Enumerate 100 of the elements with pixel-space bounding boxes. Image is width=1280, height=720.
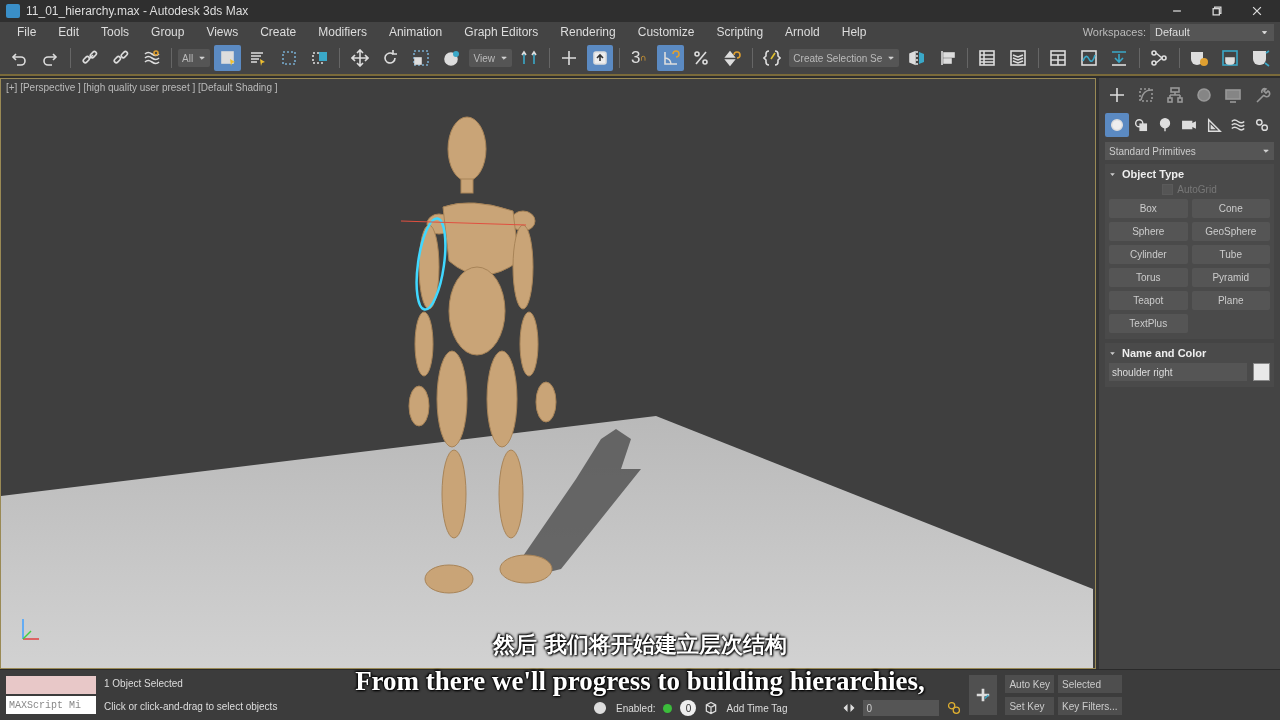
curve-icon xyxy=(1137,86,1155,104)
manipulate-icon xyxy=(590,49,609,67)
app-logo-icon xyxy=(6,4,20,18)
primitive-button[interactable]: Box xyxy=(1109,199,1188,218)
panels-icon xyxy=(1048,49,1067,67)
primitive-button[interactable]: Cone xyxy=(1191,199,1270,218)
move-icon xyxy=(350,49,369,67)
snap-magnet-button[interactable]: 3 xyxy=(626,45,654,71)
caret-icon xyxy=(500,54,508,62)
sphere-placement-icon xyxy=(443,49,462,67)
workspaces-label: Workspaces: xyxy=(1082,26,1146,38)
menu-item[interactable]: Customize xyxy=(626,25,706,39)
menu-item[interactable]: File xyxy=(6,25,48,39)
toolbar-dropdown[interactable]: All xyxy=(178,49,211,67)
menu-item[interactable]: Arnold xyxy=(774,25,831,39)
toolbar-dropdown[interactable]: Create Selection Se xyxy=(789,49,900,67)
window-crossing-icon xyxy=(310,49,329,67)
category-button[interactable] xyxy=(1105,113,1129,137)
menu-item[interactable]: Animation xyxy=(377,25,454,39)
primitive-button[interactable]: Sphere xyxy=(1109,222,1188,241)
object-name-field[interactable]: shoulder right xyxy=(1109,363,1247,381)
listener-output-field[interactable] xyxy=(6,676,96,694)
selected-upper-arm-outline[interactable] xyxy=(415,217,447,311)
key-mode-dropdown[interactable]: Selected xyxy=(1058,675,1122,693)
maxscript-listener-field[interactable]: MAXScript Mi xyxy=(6,696,96,714)
enabled-label: Enabled: xyxy=(616,702,656,714)
primitive-button[interactable]: Teapot xyxy=(1109,291,1188,310)
lock-icon[interactable] xyxy=(592,700,608,716)
download-icon xyxy=(1110,49,1129,67)
list-icon xyxy=(978,49,997,67)
curve-window-icon xyxy=(1079,49,1098,67)
viewport-label[interactable]: [+] [Perspective ] [high quality user preset ] [Default Shading ] xyxy=(6,82,278,93)
wave-icon xyxy=(142,49,161,67)
menu-item[interactable]: Scripting xyxy=(705,25,775,39)
add-time-tag-link[interactable]: Add Time Tag xyxy=(726,702,788,714)
primitive-button[interactable]: GeoSphere xyxy=(1191,222,1270,241)
set-key-button[interactable] xyxy=(969,675,998,715)
toolbar-dropdown[interactable]: View xyxy=(469,49,512,67)
cube-icon[interactable] xyxy=(704,701,719,715)
menu-item[interactable]: Create xyxy=(249,25,308,39)
left-right-arrows-icon[interactable] xyxy=(843,702,856,714)
auto-key-button[interactable]: Auto Key xyxy=(1005,675,1055,693)
primitive-button[interactable]: Plane xyxy=(1191,291,1270,310)
primitive-button[interactable]: Cylinder xyxy=(1109,245,1188,264)
menu-item[interactable]: Views xyxy=(195,25,250,39)
axis-gizmo-icon xyxy=(22,618,40,640)
menu-item[interactable]: Help xyxy=(830,25,878,39)
node-graph-icon xyxy=(1150,49,1169,67)
pivot-icon xyxy=(520,49,539,67)
frame-field[interactable]: 0 xyxy=(863,700,940,716)
key-filters-button[interactable]: Key Filters... xyxy=(1058,697,1122,715)
triangle-ruler-icon xyxy=(1205,117,1222,133)
workspaces-dropdown[interactable]: Default xyxy=(1150,23,1274,41)
axis-cross-icon xyxy=(560,49,579,67)
caret-icon xyxy=(887,54,896,62)
time-tag-count: 0 xyxy=(680,700,697,716)
scale-icon xyxy=(412,49,431,67)
layers-icon xyxy=(1009,49,1028,67)
restore-icon[interactable] xyxy=(1210,4,1224,18)
close-icon[interactable] xyxy=(1250,4,1264,18)
menu-item[interactable]: Tools xyxy=(90,25,141,39)
spinner-snap-icon xyxy=(723,49,742,67)
subtitle-line: From there we'll progress to building hierarchies, xyxy=(355,666,925,697)
percent-snap-icon xyxy=(692,49,711,67)
rollout-title[interactable]: Name and Color xyxy=(1122,347,1207,359)
primitives-dropdown[interactable]: Standard Primitives xyxy=(1105,142,1274,160)
select-object-button[interactable] xyxy=(214,45,241,71)
object-color-swatch[interactable] xyxy=(1253,363,1270,381)
window-title: 11_01_hierarchy.max - Autodesk 3ds Max xyxy=(26,4,250,18)
menu-item[interactable]: Edit xyxy=(47,25,91,39)
primitive-button[interactable]: Torus xyxy=(1109,268,1188,287)
shapes-icon xyxy=(1133,117,1150,133)
key-icon[interactable] xyxy=(947,701,962,715)
rotate-icon xyxy=(381,49,400,67)
braces-icon xyxy=(762,49,781,67)
sphere-icon xyxy=(1109,117,1125,133)
menu-item[interactable]: Rendering xyxy=(549,25,627,39)
selection-status: 1 Object Selected xyxy=(104,678,183,689)
gears-icon xyxy=(1253,117,1270,133)
mirror-icon xyxy=(907,49,926,67)
broken-link-icon xyxy=(111,49,130,67)
primitive-button[interactable]: Tube xyxy=(1191,245,1270,264)
rollout-title[interactable]: Object Type xyxy=(1122,168,1185,180)
angle-snap-icon xyxy=(661,49,680,67)
menu-item[interactable]: Modifiers xyxy=(307,25,378,39)
wave-lines-icon xyxy=(1229,117,1246,133)
hierarchy-icon xyxy=(1166,86,1184,104)
menu-item[interactable]: Graph Editors xyxy=(453,25,550,39)
menu-item[interactable]: Group xyxy=(140,25,196,39)
primitive-button[interactable]: Pyramid xyxy=(1191,268,1270,287)
circle-icon xyxy=(1195,86,1213,104)
primitive-button[interactable]: TextPlus xyxy=(1109,314,1188,333)
manipulate-button[interactable] xyxy=(586,45,614,71)
set-key-mode-button[interactable]: Set Key xyxy=(1005,697,1055,715)
caret-icon xyxy=(1262,147,1270,155)
select-object-icon xyxy=(218,49,237,67)
enabled-indicator[interactable] xyxy=(663,703,673,713)
caret-icon xyxy=(198,54,207,62)
link-icon xyxy=(81,49,99,67)
render-window-icon xyxy=(1220,49,1239,67)
